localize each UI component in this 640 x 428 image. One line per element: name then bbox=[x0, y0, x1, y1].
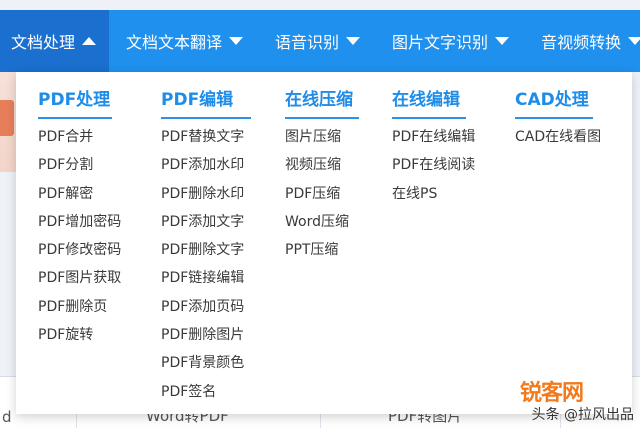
menu-item[interactable]: PDF替换文字 bbox=[161, 128, 251, 156]
watermark-logo: 锐客网 bbox=[520, 381, 584, 406]
watermark-text: 头条 @拉风出品 bbox=[531, 407, 634, 423]
nav-item-label: 图片文字识别 bbox=[392, 33, 489, 52]
menu-column-heading: PDF处理 bbox=[38, 90, 111, 110]
menu-item[interactable]: PDF修改密码 bbox=[38, 241, 121, 269]
menu-item[interactable]: PDF压缩 bbox=[285, 185, 359, 213]
menu-item[interactable]: PDF删除文字 bbox=[161, 241, 251, 269]
nav-item-image-ocr[interactable]: 图片文字识别 bbox=[375, 10, 524, 72]
menu-item[interactable]: PDF合并 bbox=[38, 128, 112, 156]
menu-item-list: PDF替换文字 PDF添加水印 PDF删除水印 PDF添加文字 PDF删除文字 … bbox=[161, 128, 251, 411]
menu-item[interactable]: PDF图片获取 bbox=[38, 269, 121, 297]
menu-item[interactable]: PDF删除水印 bbox=[161, 185, 251, 213]
menu-item[interactable]: PDF背景颜色 bbox=[161, 354, 251, 382]
caret-down-icon bbox=[229, 37, 244, 45]
menu-item[interactable]: CAD在线看图 bbox=[515, 128, 601, 156]
nav-item-label: 文档处理 bbox=[11, 33, 76, 52]
caret-down-icon bbox=[628, 37, 640, 45]
menu-column-pdf-processing: PDF处理 PDF合并 PDF分割 PDF解密 PDF增加密码 PDF修改密码 … bbox=[38, 72, 121, 354]
menu-item[interactable]: 视频压缩 bbox=[285, 156, 359, 184]
menu-item[interactable]: Word压缩 bbox=[285, 213, 359, 241]
menu-item[interactable]: PDF签名 bbox=[161, 383, 251, 411]
caret-down-icon bbox=[346, 37, 361, 45]
nav-item-av-conversion[interactable]: 音视频转换 bbox=[524, 10, 640, 72]
top-nav-bar: 文档处理 文档文本翻译 语音识别 图片文字识别 音视频转换 论 bbox=[0, 10, 640, 72]
menu-item[interactable]: PDF链接编辑 bbox=[161, 269, 251, 297]
nav-item-document-translation[interactable]: 文档文本翻译 bbox=[109, 10, 258, 72]
menu-item[interactable]: PDF在线阅读 bbox=[392, 156, 475, 184]
menu-item[interactable]: 在线PS bbox=[392, 185, 466, 213]
menu-item[interactable]: PDF增加密码 bbox=[38, 213, 121, 241]
menu-item[interactable]: PDF删除图片 bbox=[161, 326, 251, 354]
menu-item-list: 图片压缩 视频压缩 PDF压缩 Word压缩 PPT压缩 bbox=[285, 128, 359, 269]
heading-underline bbox=[285, 117, 359, 119]
menu-item[interactable]: PDF删除页 bbox=[38, 298, 112, 326]
background-tool-label[interactable]: d bbox=[2, 408, 12, 426]
caret-down-icon bbox=[495, 37, 510, 45]
menu-item[interactable]: PDF添加文字 bbox=[161, 213, 251, 241]
watermark: 头条 @拉风出品 bbox=[532, 406, 634, 424]
nav-item-label: 文档文本翻译 bbox=[126, 33, 223, 52]
nav-item-speech-recognition[interactable]: 语音识别 bbox=[258, 10, 375, 72]
nav-item-label: 语音识别 bbox=[275, 33, 340, 52]
menu-item[interactable]: PDF添加页码 bbox=[161, 298, 251, 326]
menu-column-heading: 在线编辑 bbox=[392, 90, 460, 110]
menu-item[interactable]: PDF在线编辑 bbox=[392, 128, 475, 156]
nav-item-label: 音视频转换 bbox=[541, 33, 622, 52]
menu-item[interactable]: PDF分割 bbox=[38, 156, 112, 184]
menu-item-list: PDF合并 PDF分割 PDF解密 PDF增加密码 PDF修改密码 PDF图片获… bbox=[38, 128, 121, 354]
menu-item[interactable]: PDF解密 bbox=[38, 185, 112, 213]
menu-item[interactable]: PDF添加水印 bbox=[161, 156, 251, 184]
page: d Word转PDF PDF转图片 文档处理 文档文本翻译 语音识别 图片文字识… bbox=[0, 0, 640, 428]
menu-column-pdf-editing: PDF编辑 PDF替换文字 PDF添加水印 PDF删除水印 PDF添加文字 PD… bbox=[161, 72, 251, 411]
menu-column-online-compression: 在线压缩 图片压缩 视频压缩 PDF压缩 Word压缩 PPT压缩 bbox=[285, 72, 359, 269]
heading-underline bbox=[392, 117, 466, 119]
menu-item[interactable]: PDF旋转 bbox=[38, 326, 112, 354]
banner-glyph bbox=[0, 100, 14, 136]
menu-column-online-editing: 在线编辑 PDF在线编辑 PDF在线阅读 在线PS bbox=[392, 72, 475, 213]
caret-up-icon bbox=[82, 37, 97, 45]
heading-underline bbox=[38, 117, 112, 119]
heading-underline bbox=[515, 117, 593, 119]
menu-item-list: CAD在线看图 bbox=[515, 128, 601, 156]
menu-item-list: PDF在线编辑 PDF在线阅读 在线PS bbox=[392, 128, 475, 213]
menu-column-heading: 在线压缩 bbox=[285, 90, 353, 110]
heading-underline bbox=[161, 117, 251, 119]
document-processing-dropdown: PDF处理 PDF合并 PDF分割 PDF解密 PDF增加密码 PDF修改密码 … bbox=[16, 72, 632, 414]
nav-item-document-processing[interactable]: 文档处理 bbox=[0, 10, 110, 72]
menu-column-heading: PDF编辑 bbox=[161, 90, 234, 110]
menu-column-heading: CAD处理 bbox=[515, 90, 589, 110]
menu-column-cad-processing: CAD处理 CAD在线看图 bbox=[515, 72, 601, 156]
menu-item[interactable]: 图片压缩 bbox=[285, 128, 359, 156]
menu-item[interactable]: PPT压缩 bbox=[285, 241, 359, 269]
